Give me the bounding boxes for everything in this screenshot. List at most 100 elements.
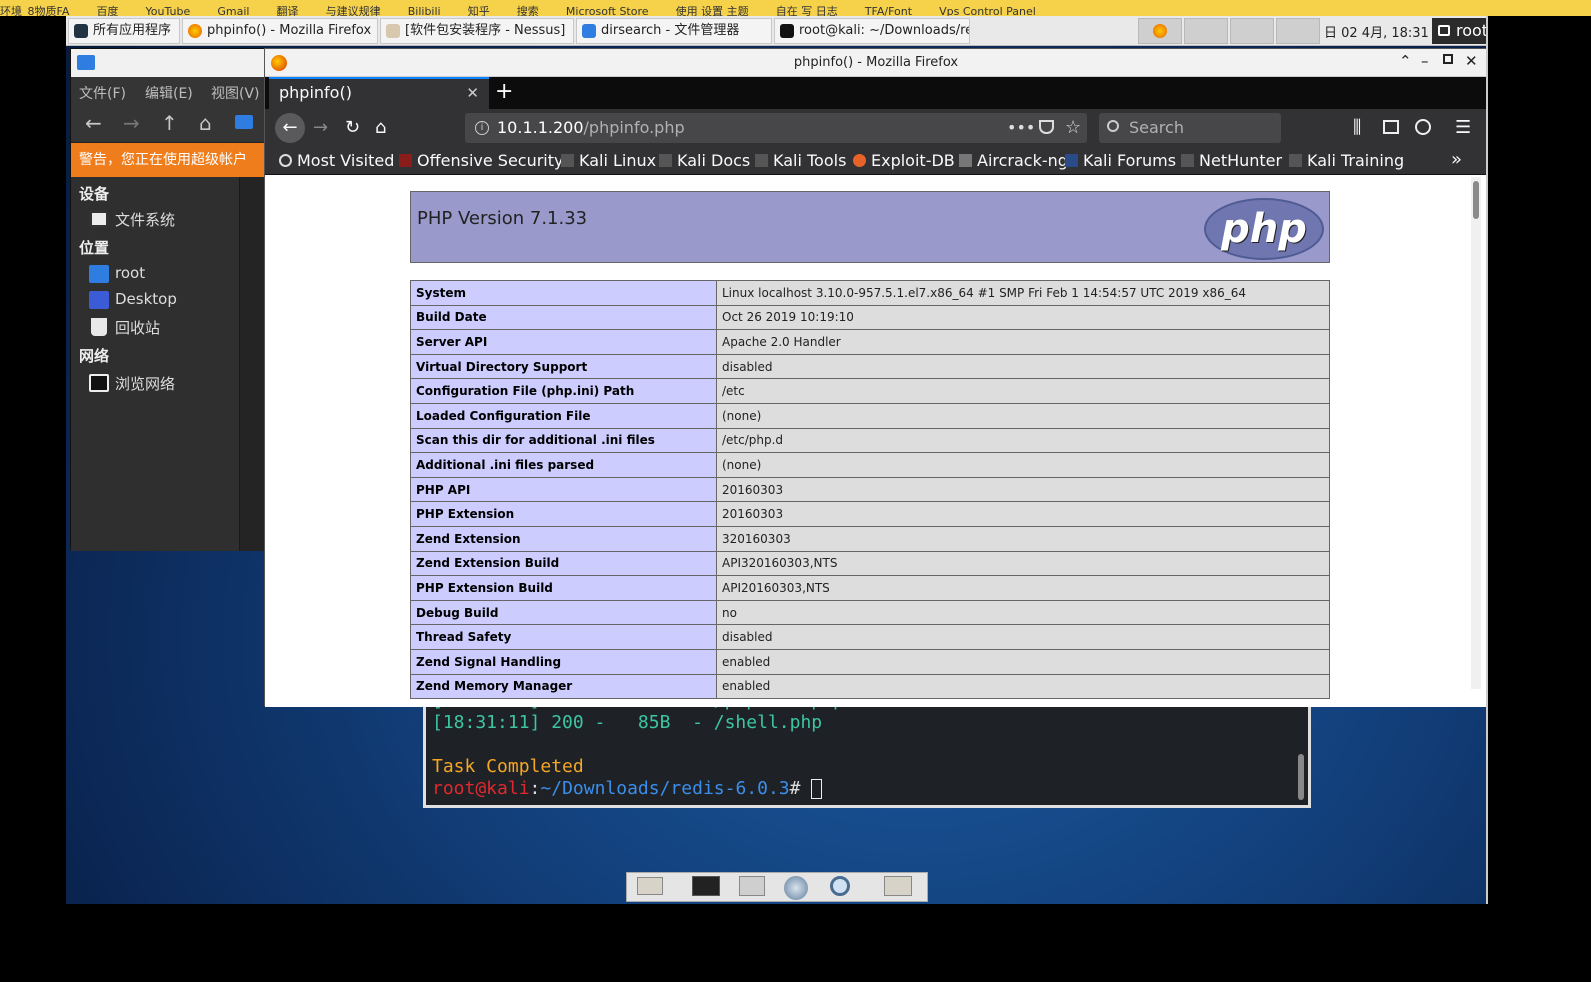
row-value: (none) [716,452,1330,478]
row-value: /etc [716,378,1330,404]
host-bookmark[interactable]: Microsoft Store [566,6,649,16]
menu-file[interactable]: 文件(F) [79,83,126,103]
taskbar-window-firefox[interactable]: phpinfo() - Mozilla Firefox [182,18,378,44]
host-bookmark[interactable]: YouTube [146,6,191,16]
back-arrow-icon[interactable]: ← [275,113,305,143]
firefox-titlebar[interactable]: phpinfo() - Mozilla Firefox ⌃ – ✕ [265,49,1486,77]
search-input[interactable]: Search [1099,113,1281,143]
scrollbar-thumb[interactable] [1473,181,1479,219]
package-icon [386,24,400,38]
taskbar-window-nessus[interactable]: [软件包安装程序 - Nessus] [380,18,574,44]
chevron-up-icon[interactable]: ⌃ [1399,52,1412,70]
host-bookmark[interactable]: 搜索 [517,6,539,16]
home-folder-icon [89,265,109,283]
host-bookmark[interactable]: 与建议规律 [326,6,381,16]
pocket-icon[interactable] [1039,120,1054,134]
search-launcher-icon[interactable] [823,876,857,900]
taskbar-window-file-manager[interactable]: dirsearch - 文件管理器 [576,18,772,44]
bookmark-kali-forums[interactable]: Kali Forums [1065,151,1176,170]
taskbar-window-terminal[interactable]: root@kali: ~/Downloads/re… [774,18,970,44]
bookmark-kali-docs[interactable]: Kali Docs [659,151,750,170]
host-bookmark[interactable]: Bilibili [408,6,441,16]
php-version-title: PHP Version 7.1.33 [417,208,588,229]
row-key: Scan this dir for additional .ini files [410,427,717,454]
row-key: PHP Extension Build [410,575,717,601]
bookmark-star-icon[interactable]: ☆ [1065,113,1081,143]
workspace-4[interactable] [1276,18,1320,44]
sidebar-item-filesystem[interactable]: 文件系统 [89,209,175,230]
tab-title: phpinfo() [279,83,352,102]
close-icon[interactable]: ✕ [466,79,479,107]
web-browser-launcher-icon[interactable] [779,876,813,900]
host-bookmark[interactable]: TFA/Font [865,6,912,16]
bookmark-aircrack-ng[interactable]: Aircrack-ng [959,151,1068,170]
host-bookmark[interactable]: 百度 [96,6,118,16]
terminal-output-line: [18:31:11] 200 - 85B - /shell.php [432,712,823,733]
sidebar-item-desktop[interactable]: Desktop [89,290,177,309]
forums-icon [1065,154,1078,167]
home-icon[interactable]: ⌂ [375,117,386,138]
row-value: Oct 26 2019 10:19:10 [716,304,1330,331]
maximize-icon[interactable] [1443,54,1453,64]
bookmark-offensive-security[interactable]: Offensive Security [399,151,563,170]
user-menu[interactable]: root [1432,18,1486,44]
host-bookmark[interactable]: 环境_8物质FA [0,6,69,16]
host-bookmark[interactable]: 翻译 [277,6,299,16]
sidebar-item-browse-network[interactable]: 浏览网络 [89,373,175,394]
folder-icon[interactable] [235,115,253,129]
library-icon[interactable]: ⫼ [1353,117,1361,138]
bookmark-kali-tools[interactable]: Kali Tools [755,151,846,170]
clock[interactable]: 日 02 4月, 18:31 [1324,22,1429,41]
table-row: Scan this dir for additional .ini files /… [410,427,1330,454]
up-arrow-icon[interactable]: ↑ [161,111,178,135]
sidebar-heading-network: 网络 [79,347,110,365]
workspace-1[interactable] [1138,18,1182,44]
row-key: Configuration File (php.ini) Path [410,378,717,404]
host-bookmark[interactable]: Gmail [217,6,249,16]
offsec-icon [399,154,412,167]
folder-launcher-icon[interactable] [881,876,915,900]
host-bookmark[interactable]: Vps Control Panel [939,6,1036,16]
host-bookmark[interactable]: 自在 写 日志 [776,6,838,16]
host-bookmark[interactable]: 知乎 [468,6,490,16]
account-icon[interactable] [1415,119,1431,135]
menu-view[interactable]: 视图(V) [211,83,260,103]
workspace-3[interactable] [1230,18,1274,44]
terminal-launcher-icon[interactable] [689,876,723,900]
url-bar[interactable]: i 10.1.1.200/phpinfo.php ••• ☆ [465,113,1087,143]
bookmark-most-visited[interactable]: Most Visited [279,151,394,170]
page-scrollbar[interactable] [1471,177,1481,689]
minimize-icon[interactable]: – [1421,52,1429,70]
back-arrow-icon[interactable]: ← [85,111,102,135]
bookmark-kali-training[interactable]: Kali Training [1289,151,1404,170]
chevron-right-icon[interactable]: » [1451,149,1462,170]
applications-menu-button[interactable]: 所有应用程序 [68,18,180,44]
page-actions-icon[interactable]: ••• [1007,113,1035,143]
host-bookmark[interactable]: 使用 设置 主题 [676,6,749,16]
row-value: enabled [716,648,1330,675]
reload-icon[interactable]: ↻ [345,117,360,138]
exploit-db-icon [853,154,866,167]
info-icon[interactable]: i [475,121,489,135]
sidebar-icon[interactable] [1383,120,1399,134]
workspace-2[interactable] [1184,18,1228,44]
menu-edit[interactable]: 编辑(E) [145,83,193,103]
tab-phpinfo[interactable]: phpinfo() ✕ [269,77,489,109]
forward-arrow-icon[interactable]: → [313,117,328,138]
sidebar-item-trash[interactable]: 回收站 [89,317,160,338]
terminal-scrollbar[interactable] [1298,754,1304,800]
hamburger-menu-icon[interactable]: ☰ [1455,117,1471,138]
forward-arrow-icon[interactable]: → [123,111,140,135]
file-manager-titlebar[interactable] [71,49,269,77]
table-row: Thread Safety disabled [410,624,1330,650]
sidebar-item-root[interactable]: root [89,264,145,283]
home-icon[interactable]: ⌂ [199,111,212,135]
file-manager-launcher-icon[interactable] [633,876,667,900]
bookmark-exploit-db[interactable]: Exploit-DB [853,151,955,170]
bookmark-kali-linux[interactable]: Kali Linux [561,151,656,170]
new-tab-icon[interactable]: + [495,79,513,104]
kali-dragon-icon [755,154,768,167]
close-icon[interactable]: ✕ [1465,52,1478,70]
bookmark-nethunter[interactable]: NetHunter [1181,151,1282,170]
files-launcher-icon[interactable] [735,876,769,900]
